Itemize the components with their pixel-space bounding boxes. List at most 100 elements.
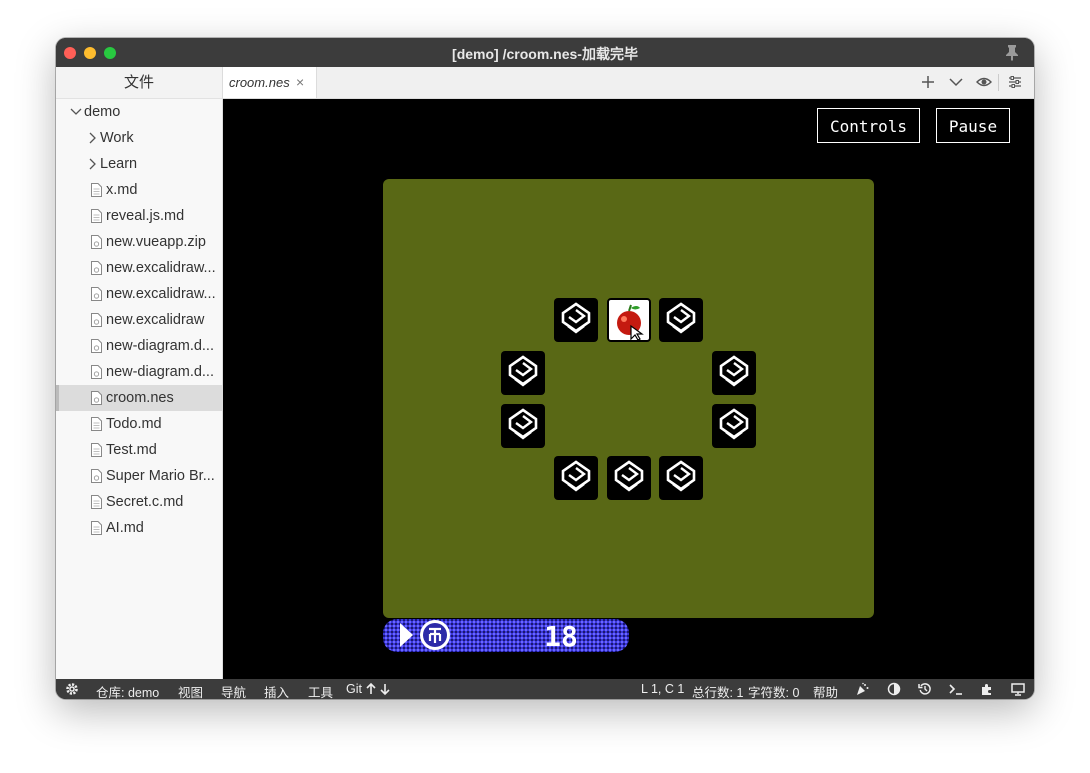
tree-item-label: new-diagram.d... bbox=[106, 364, 214, 380]
tree-item-label: croom.nes bbox=[106, 390, 174, 406]
file-code-icon bbox=[91, 287, 102, 301]
chevron-right-icon[interactable] bbox=[86, 151, 98, 177]
file-icon bbox=[91, 521, 102, 535]
file-explorer: 文件 demo Work Learn x.md reveal.js.md new.vuea… bbox=[56, 67, 223, 679]
controls-button[interactable]: Controls bbox=[817, 108, 920, 143]
file-item[interactable]: new.excalidraw... bbox=[56, 255, 222, 281]
help-menu[interactable]: 帮助 bbox=[813, 682, 838, 699]
plus-icon[interactable] bbox=[920, 74, 936, 90]
memory-card[interactable] bbox=[712, 404, 756, 448]
file-item[interactable]: Test.md bbox=[56, 437, 222, 463]
tree-item-label: Test.md bbox=[106, 442, 157, 458]
file-item[interactable]: Super Mario Br... bbox=[56, 463, 222, 489]
sidebar-header: 文件 bbox=[56, 67, 222, 99]
monitor-icon[interactable] bbox=[1011, 682, 1025, 696]
file-code-icon bbox=[91, 313, 102, 327]
score-value: 18 bbox=[544, 620, 578, 652]
tree-item-label: new.excalidraw... bbox=[106, 286, 216, 302]
file-item[interactable]: Todo.md bbox=[56, 411, 222, 437]
file-item[interactable]: croom.nes bbox=[56, 385, 222, 411]
file-icon bbox=[91, 417, 102, 431]
file-item[interactable]: AI.md bbox=[56, 515, 222, 541]
menu-nav[interactable]: 导航 bbox=[221, 682, 246, 699]
file-code-icon bbox=[91, 469, 102, 483]
title-bar: [demo] /croom.nes-加载完毕 bbox=[56, 38, 1034, 67]
tree-item-label: x.md bbox=[106, 182, 138, 198]
status-bar: 仓库: demo 视图 导航 插入 工具 Git L 1, C 1 总行数: 1… bbox=[56, 679, 1034, 699]
memory-card[interactable] bbox=[501, 404, 545, 448]
menu-insert[interactable]: 插入 bbox=[264, 682, 289, 699]
toolbar-divider bbox=[998, 74, 999, 91]
window-title: [demo] /croom.nes-加载完毕 bbox=[452, 46, 638, 62]
repo-label[interactable]: 仓库: demo bbox=[96, 682, 159, 699]
folder-item[interactable]: Learn bbox=[56, 151, 222, 177]
arrow-up-icon[interactable] bbox=[364, 682, 378, 696]
file-icon bbox=[91, 209, 102, 223]
tree-item-label: Learn bbox=[100, 156, 138, 172]
file-item[interactable]: new.vueapp.zip bbox=[56, 229, 222, 255]
chevron-right-icon[interactable] bbox=[86, 125, 98, 151]
emulator-view: Controls Pause 18 bbox=[223, 99, 1034, 679]
tree-item-label: new.excalidraw bbox=[106, 312, 205, 328]
file-item[interactable]: reveal.js.md bbox=[56, 203, 222, 229]
tab-close-button[interactable]: × bbox=[296, 74, 304, 90]
memory-card[interactable] bbox=[554, 456, 598, 500]
pause-button[interactable]: Pause bbox=[936, 108, 1010, 143]
file-code-icon bbox=[91, 339, 102, 353]
game-hud: 18 bbox=[383, 619, 629, 652]
memory-card[interactable] bbox=[659, 298, 703, 342]
file-item[interactable]: new.excalidraw bbox=[56, 307, 222, 333]
sliders-icon[interactable] bbox=[1007, 74, 1023, 90]
history-icon[interactable] bbox=[918, 682, 932, 696]
gear-icon[interactable] bbox=[65, 682, 79, 696]
tree-item-label: reveal.js.md bbox=[106, 208, 185, 224]
menu-view[interactable]: 视图 bbox=[178, 682, 203, 699]
tree-item-label: Todo.md bbox=[106, 416, 162, 432]
file-item[interactable]: x.md bbox=[56, 177, 222, 203]
memory-card[interactable] bbox=[554, 298, 598, 342]
file-item[interactable]: new-diagram.d... bbox=[56, 359, 222, 385]
chevron-down-icon[interactable] bbox=[70, 99, 82, 125]
contrast-icon[interactable] bbox=[887, 682, 901, 696]
file-code-icon bbox=[91, 235, 102, 249]
tree-item-label: Super Mario Br... bbox=[106, 468, 215, 484]
tree-item-label: new.vueapp.zip bbox=[106, 234, 206, 250]
app-window: [demo] /croom.nes-加载完毕 文件 demo Work Learn x… bbox=[56, 38, 1034, 699]
char-count: 字符数: 0 bbox=[748, 686, 800, 699]
arrow-down-icon[interactable] bbox=[378, 682, 392, 696]
file-icon bbox=[91, 183, 102, 197]
chevron-down-icon[interactable] bbox=[948, 74, 964, 90]
file-item[interactable]: new-diagram.d... bbox=[56, 333, 222, 359]
folder-item[interactable]: Work bbox=[56, 125, 222, 151]
pin-icon[interactable] bbox=[1004, 44, 1020, 61]
memory-card[interactable] bbox=[712, 351, 756, 395]
file-item[interactable]: Secret.c.md bbox=[56, 489, 222, 515]
tree-item-label: new-diagram.d... bbox=[106, 338, 214, 354]
terminal-icon[interactable] bbox=[949, 682, 963, 696]
eye-icon[interactable] bbox=[976, 74, 992, 90]
memory-card[interactable] bbox=[607, 456, 651, 500]
file-icon bbox=[91, 443, 102, 457]
file-icon bbox=[91, 495, 102, 509]
tree-item-label: AI.md bbox=[106, 520, 144, 536]
tree-item-label: Work bbox=[100, 130, 134, 146]
folder-item[interactable]: demo bbox=[56, 99, 222, 125]
file-code-icon bbox=[91, 365, 102, 379]
memory-card-apple[interactable] bbox=[607, 298, 651, 342]
tab-bar: croom.nes × bbox=[223, 67, 1034, 99]
memory-card[interactable] bbox=[501, 351, 545, 395]
party-popper-icon[interactable] bbox=[855, 682, 869, 696]
game-playfield[interactable] bbox=[383, 179, 874, 618]
tree-item-label: Secret.c.md bbox=[106, 494, 184, 510]
file-code-icon bbox=[91, 391, 102, 405]
file-code-icon bbox=[91, 261, 102, 275]
memory-card[interactable] bbox=[659, 456, 703, 500]
tree-item-label: demo bbox=[84, 104, 121, 120]
menu-tools[interactable]: 工具 bbox=[308, 682, 333, 699]
extensions-icon[interactable] bbox=[980, 682, 994, 696]
tab-croom-nes[interactable]: croom.nes × bbox=[223, 67, 317, 98]
total-lines: 总行数: 1 bbox=[692, 686, 744, 699]
git-label[interactable]: Git bbox=[346, 682, 362, 696]
file-item[interactable]: new.excalidraw... bbox=[56, 281, 222, 307]
tree-item-label: new.excalidraw... bbox=[106, 260, 216, 276]
